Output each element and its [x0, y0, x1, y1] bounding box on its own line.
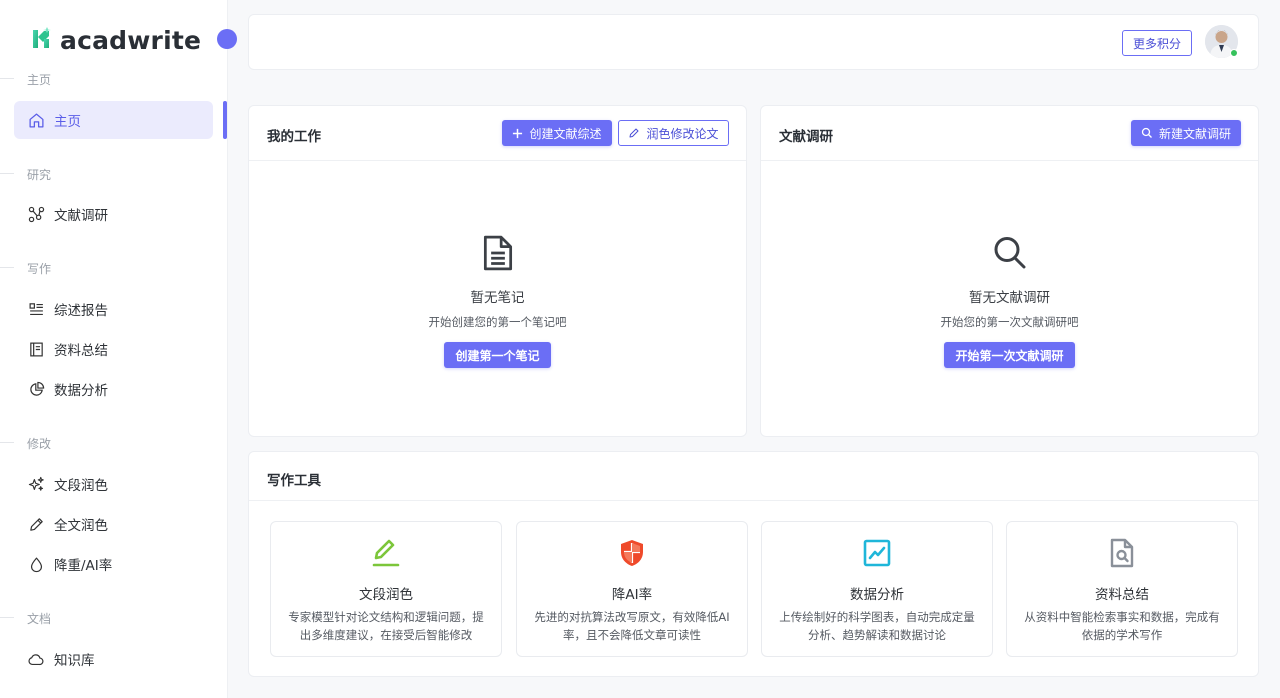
sidebar-item-material-summary[interactable]: 资料总结 [14, 330, 213, 368]
polish-paper-button[interactable]: 润色修改论文 [618, 120, 729, 146]
tool-reduce-ai[interactable]: 降AI率 先进的对抗算法改写原文，有效降低AI率，且不会降低文章可读性 [516, 521, 748, 657]
card-header: 写作工具 [249, 452, 1258, 501]
sparkle-icon [27, 475, 45, 493]
section-label: 文档 [27, 612, 52, 626]
search-icon [1141, 127, 1153, 139]
create-review-button[interactable]: 创建文献综述 [502, 120, 612, 146]
tool-material-summary[interactable]: 资料总结 从资料中智能检索事实和数据，完成有依据的学术写作 [1006, 521, 1238, 657]
list-report-icon [27, 300, 45, 318]
empty-title: 暂无笔记 [470, 290, 525, 306]
empty-research-state: 暂无文献调研 开始您的第一次文献调研吧 开始第一次文献调研 [761, 234, 1258, 368]
logo-mark-icon [30, 26, 52, 55]
pie-chart-icon [27, 380, 45, 398]
tool-title: 文段润色 [359, 587, 413, 603]
sidebar-item-knowledge-base[interactable]: 知识库 [14, 640, 213, 678]
create-first-note-button[interactable]: 创建第一个笔记 [444, 342, 551, 368]
sidebar-item-label: 全文润色 [54, 518, 108, 534]
button-label: 润色修改论文 [646, 126, 719, 141]
plus-icon [512, 128, 523, 139]
section-label: 研究 [27, 168, 52, 182]
sidebar-item-label: 综述报告 [54, 303, 108, 319]
sidebar: acadwrite 主页 主页 研究 文献调研 写作 综述报告 资料总结 数据分… [0, 0, 228, 698]
empty-notes-state: 暂无笔记 开始创建您的第一个笔记吧 创建第一个笔记 [249, 234, 746, 368]
empty-subtitle: 开始创建您的第一个笔记吧 [428, 315, 567, 329]
section-label: 写作 [27, 262, 52, 276]
sidebar-item-data-analysis[interactable]: 数据分析 [14, 370, 213, 408]
sidebar-item-label: 文段润色 [54, 478, 108, 494]
search-icon [761, 234, 1258, 272]
app-logo[interactable]: acadwrite [30, 26, 201, 55]
sidebar-item-label: 数据分析 [54, 383, 108, 399]
card-title: 写作工具 [267, 473, 321, 489]
button-label: 新建文献调研 [1158, 126, 1231, 141]
sidebar-item-label: 主页 [54, 114, 81, 130]
section-label: 修改 [27, 437, 52, 451]
sidebar-item-label: 资料总结 [54, 343, 108, 359]
card-title: 文献调研 [779, 129, 833, 145]
app-name: acadwrite [60, 26, 202, 55]
home-icon [27, 111, 45, 129]
sidebar-item-label: 知识库 [54, 653, 95, 669]
section-revise: 修改 [0, 435, 220, 451]
tool-title: 资料总结 [1095, 587, 1149, 603]
tool-data-analysis[interactable]: 数据分析 上传绘制好的科学图表，自动完成定量分析、趋势解读和数据讨论 [761, 521, 993, 657]
edit-pencil-icon [271, 538, 501, 568]
document-icon [249, 234, 746, 272]
doc-search-icon [1007, 538, 1237, 568]
empty-title: 暂无文献调研 [969, 290, 1050, 306]
online-status-dot [1230, 49, 1238, 57]
card-title: 我的工作 [267, 129, 321, 145]
pencil-icon [628, 127, 640, 139]
new-research-button[interactable]: 新建文献调研 [1131, 120, 1241, 146]
chart-icon [762, 538, 992, 568]
sidebar-item-literature-research[interactable]: 文献调研 [14, 195, 213, 233]
card-header: 文献调研 新建文献调研 [761, 106, 1258, 161]
tool-description: 从资料中智能检索事实和数据，完成有依据的学术写作 [1024, 610, 1220, 642]
sidebar-item-label: 文献调研 [54, 208, 108, 224]
my-work-card: 我的工作 创建文献综述 润色修改论文 暂无笔记 开始创建您的第一个笔记吧 创建第… [248, 105, 747, 437]
tool-paragraph-polish[interactable]: 文段润色 专家模型针对论文结构和逻辑问题，提出多维度建议，在接受后智能修改 [270, 521, 502, 657]
sidebar-item-full-polish[interactable]: 全文润色 [14, 505, 213, 543]
literature-research-card: 文献调研 新建文献调研 暂无文献调研 开始您的第一次文献调研吧 开始第一次文献调… [760, 105, 1259, 437]
sidebar-item-home[interactable]: 主页 [14, 101, 213, 139]
start-first-research-button[interactable]: 开始第一次文献调研 [944, 342, 1075, 368]
pencil-icon [27, 515, 45, 533]
cloud-icon [27, 650, 45, 668]
button-label: 创建文献综述 [529, 126, 602, 141]
section-writing: 写作 [0, 260, 220, 276]
tool-title: 降AI率 [611, 587, 653, 603]
section-home: 主页 [0, 71, 220, 87]
section-label: 主页 [27, 73, 52, 87]
section-documents: 文档 [0, 610, 220, 626]
sidebar-item-review-report[interactable]: 综述报告 [14, 290, 213, 328]
tool-description: 专家模型针对论文结构和逻辑问题，提出多维度建议，在接受后智能修改 [288, 610, 484, 642]
card-header: 我的工作 创建文献综述 润色修改论文 [249, 106, 746, 161]
sidebar-item-reduce-ai[interactable]: 降重/AI率 [14, 545, 213, 583]
writing-tools-card: 写作工具 文段润色 专家模型针对论文结构和逻辑问题，提出多维度建议，在接受后智能… [248, 451, 1259, 677]
sidebar-collapse-toggle[interactable] [217, 29, 237, 49]
shield-icon [517, 538, 747, 568]
sidebar-item-label: 降重/AI率 [54, 558, 113, 574]
notebook-icon [27, 340, 45, 358]
active-indicator [223, 101, 227, 139]
section-research: 研究 [0, 166, 220, 182]
droplet-icon [27, 555, 45, 573]
tool-description: 上传绘制好的科学图表，自动完成定量分析、趋势解读和数据讨论 [779, 610, 975, 642]
top-bar: 更多积分 [248, 14, 1259, 70]
tool-title: 数据分析 [850, 587, 904, 603]
empty-subtitle: 开始您的第一次文献调研吧 [940, 315, 1079, 329]
graph-nodes-icon [27, 205, 45, 223]
sidebar-item-paragraph-polish[interactable]: 文段润色 [14, 465, 213, 503]
more-points-button[interactable]: 更多积分 [1122, 30, 1192, 56]
tool-description: 先进的对抗算法改写原文，有效降低AI率，且不会降低文章可读性 [534, 610, 730, 642]
